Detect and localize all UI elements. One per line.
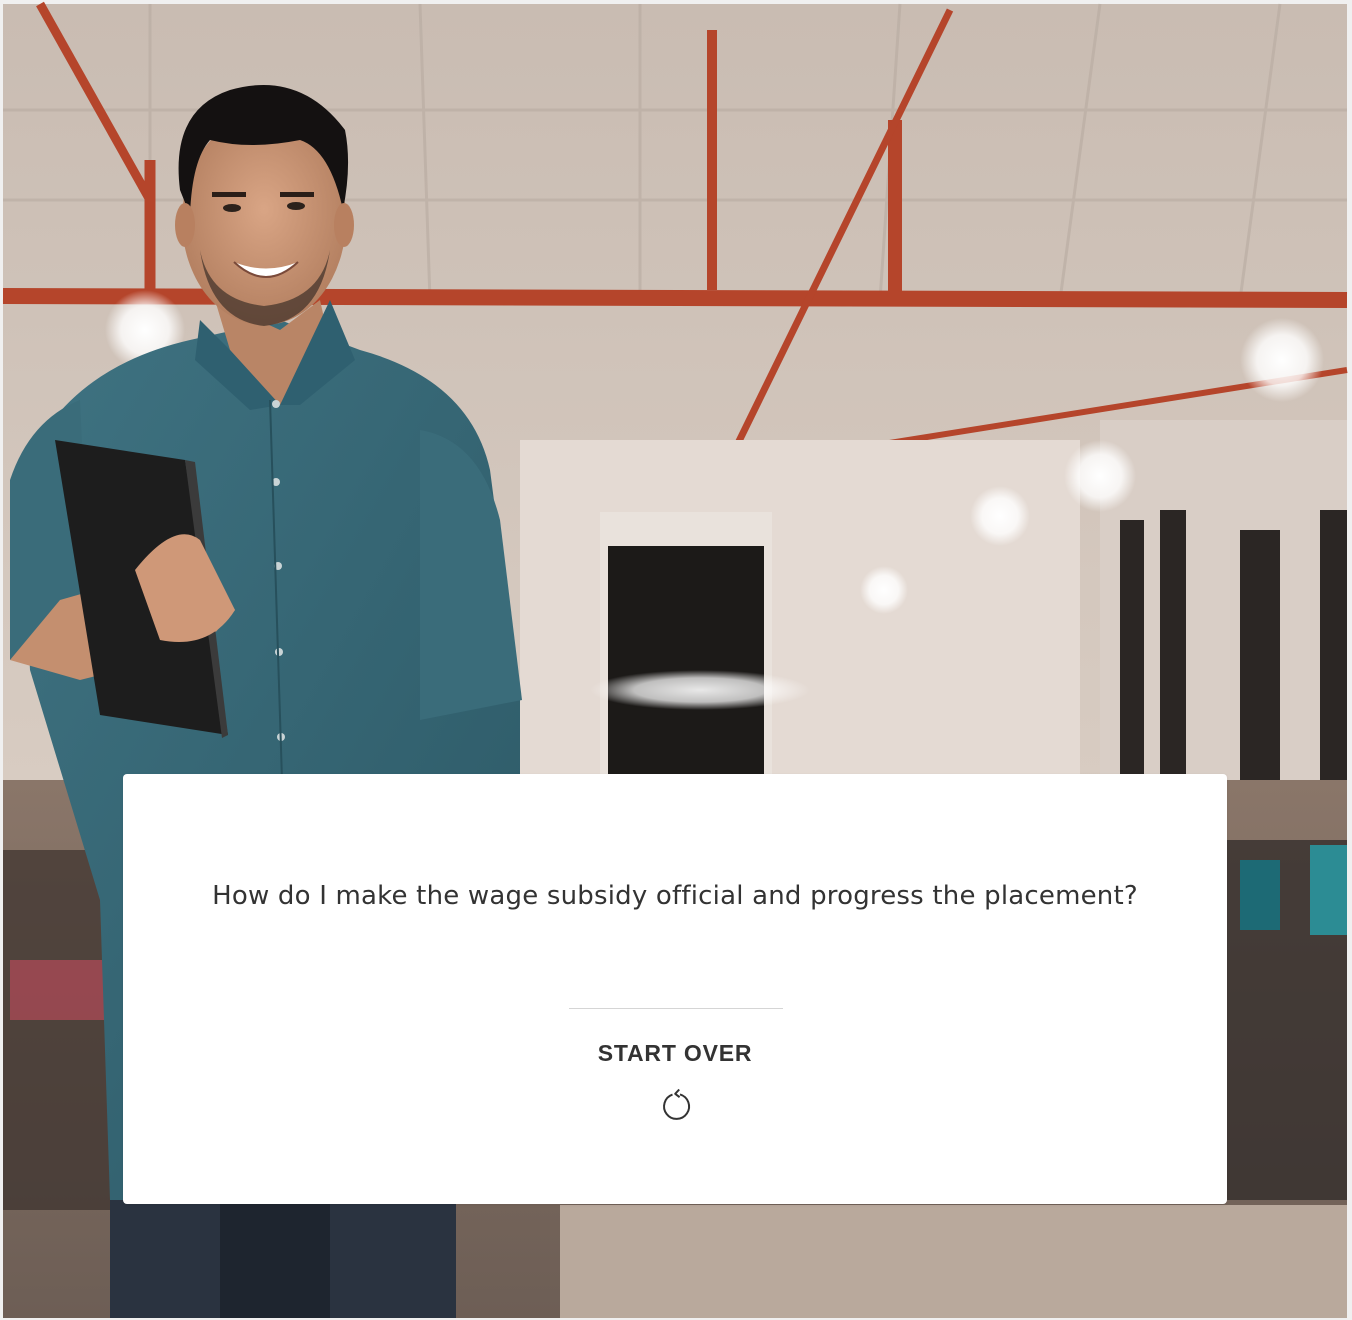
- scene: How do I make the wage subsidy official …: [0, 0, 1352, 1320]
- restart-icon: [663, 1088, 691, 1120]
- question-text: How do I make the wage subsidy official …: [212, 881, 1138, 911]
- start-over-label: START OVER: [597, 1040, 753, 1066]
- question-card: How do I make the wage subsidy official …: [123, 774, 1227, 1204]
- start-over-button[interactable]: START OVER: [575, 1036, 775, 1132]
- divider: [569, 1008, 783, 1009]
